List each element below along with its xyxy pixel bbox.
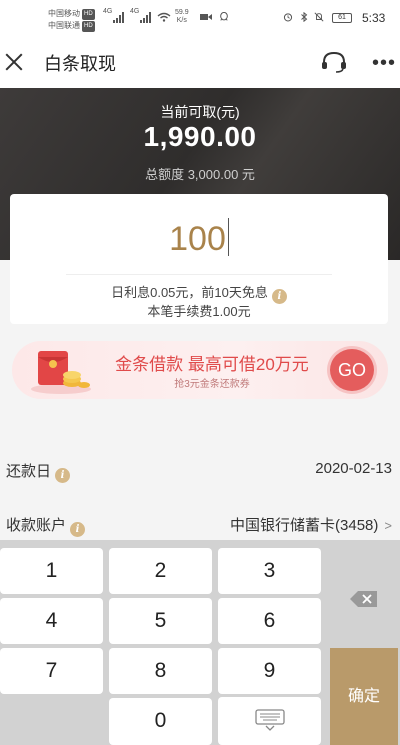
repayment-date-row: 还款日 i 2020-02-13 [0, 450, 400, 488]
key-5[interactable]: 5 [109, 598, 212, 644]
more-dots-icon[interactable]: ••• [372, 53, 396, 73]
keyboard-hide-button[interactable] [218, 697, 321, 745]
available-label: 当前可取(元) [160, 104, 240, 120]
close-icon[interactable] [2, 50, 26, 74]
account-row[interactable]: 收款账户 i 中国银行储蓄卡(3458) > [0, 504, 400, 542]
mute-icon [314, 12, 324, 22]
hd-badge-1: HD [82, 9, 95, 20]
key-7[interactable]: 7 [0, 648, 103, 694]
amount-card: 100 日利息0.05元，前10天免息 i 本笔手续费1.00元 [10, 194, 388, 324]
key-9[interactable]: 9 [218, 648, 321, 694]
page-title: 白条取现 [44, 54, 116, 74]
carrier-1: 中国移动 [48, 9, 80, 18]
amount-input[interactable]: 100 [10, 218, 388, 259]
info-icon[interactable]: i [70, 522, 86, 537]
key-6[interactable]: 6 [218, 598, 321, 644]
network-type-2: 4G [130, 8, 140, 15]
title-bar: 白条取现 ••• [0, 36, 400, 88]
network-speed: 59.9 K/s [175, 9, 189, 24]
repayment-label: 还款日 i [6, 460, 71, 483]
info-icon[interactable]: i [55, 468, 71, 483]
red-envelope-coins-icon [31, 351, 91, 394]
promo-subtitle: 抢3元金条还款券 [174, 379, 250, 390]
headset-icon[interactable] [320, 50, 348, 74]
account-value: 中国银行储蓄卡(3458) > [230, 517, 392, 534]
network-type-1: 4G [103, 8, 113, 15]
total-credit: 总额度 3,000.00 元 [145, 167, 255, 182]
numeric-keypad: 1 2 3 4 5 6 7 8 9 0 确定 [0, 540, 400, 745]
alarm-icon [283, 13, 293, 22]
bluetooth-icon [301, 12, 308, 22]
qq-icon [220, 12, 228, 21]
account-label: 收款账户 i [6, 514, 86, 537]
video-icon [200, 14, 212, 20]
key-8[interactable]: 8 [109, 648, 212, 694]
status-bar: 中国移动 HD 中国联通 HD 4G 4G 59.9 K/s 61 5:33 [0, 0, 400, 36]
fee-info: 本笔手续费1.00元 [147, 304, 251, 319]
hd-badge-2: HD [82, 21, 95, 32]
signal-icon [113, 11, 124, 23]
keyboard-hide-icon [255, 709, 285, 731]
clock: 5:33 [362, 11, 386, 25]
promo-banner[interactable]: 金条借款 最高可借20万元 抢3元金条还款券 GO [12, 341, 388, 399]
amount-divider [66, 274, 332, 275]
key-3[interactable]: 3 [218, 548, 321, 594]
go-button[interactable]: GO [330, 349, 374, 391]
key-0[interactable]: 0 [109, 698, 212, 745]
battery-icon: 61 [332, 13, 352, 23]
promo-title: 金条借款 最高可借20万元 [115, 355, 309, 374]
carrier-2: 中国联通 [48, 21, 80, 30]
signal-icon-2 [140, 11, 151, 23]
key-2[interactable]: 2 [109, 548, 212, 594]
key-1[interactable]: 1 [0, 548, 103, 594]
chevron-right-icon: > [384, 518, 392, 533]
input-caret [227, 218, 229, 256]
wifi-icon [157, 12, 171, 22]
repayment-date: 2020-02-13 [315, 460, 392, 477]
key-4[interactable]: 4 [0, 598, 103, 644]
available-amount: 1,990.00 [143, 121, 257, 152]
confirm-button[interactable]: 确定 [330, 648, 398, 745]
carrier-info: 中国移动 HD 中国联通 HD [48, 8, 95, 32]
backspace-icon [350, 591, 377, 607]
